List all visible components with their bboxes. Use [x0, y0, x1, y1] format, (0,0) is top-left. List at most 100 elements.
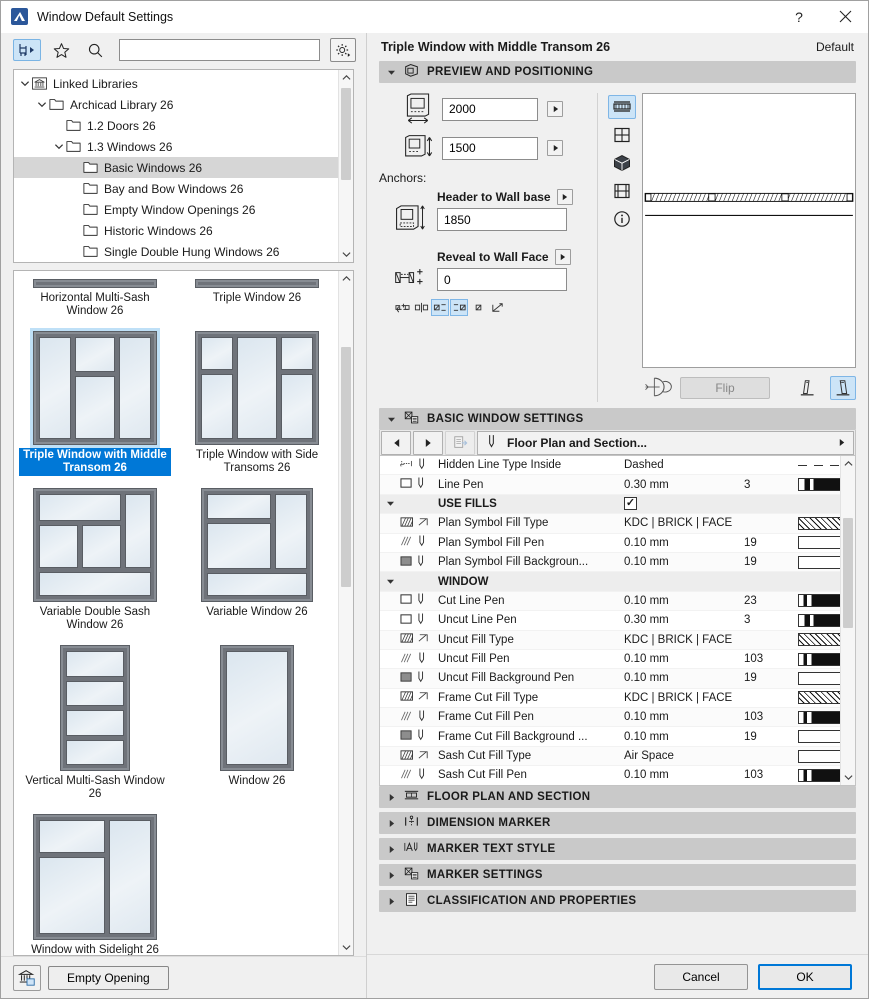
floor-plan-view-button[interactable]	[608, 95, 636, 119]
opening-side-left-button[interactable]	[796, 376, 822, 400]
parameter-pen-number[interactable]: 3	[744, 614, 798, 626]
library-tree-list[interactable]: Linked Libraries Archicad Library 26 1.2…	[14, 70, 338, 262]
parameter-pen-number[interactable]: 23	[744, 595, 798, 607]
object-tool-button[interactable]	[13, 39, 41, 61]
parameter-value[interactable]: 0.10 mm	[624, 731, 744, 743]
library-settings-button[interactable]	[330, 38, 356, 62]
reveal-to-wall-face-input[interactable]	[437, 268, 567, 291]
triangle-down-icon[interactable]	[380, 500, 400, 507]
parameter-pen-number[interactable]: 19	[744, 556, 798, 568]
parameter-value[interactable]: 0.10 mm	[624, 556, 744, 568]
section-view-button[interactable]	[608, 179, 636, 203]
tree-item-0[interactable]: Linked Libraries	[14, 73, 338, 94]
gallery-item-thumbnail[interactable]	[33, 814, 157, 940]
gallery-item-thumbnail[interactable]	[33, 488, 157, 602]
ok-button[interactable]: OK	[758, 963, 852, 990]
parameter-row[interactable]: Uncut Fill Pen 0.10 mm 103	[380, 650, 855, 670]
header-to-wall-base-options-button[interactable]	[556, 189, 573, 205]
gallery-item-6[interactable]: Vertical Multi-Sash Window 26	[14, 641, 176, 810]
anchor-inner-right-button[interactable]	[450, 299, 468, 316]
parameter-row[interactable]: Frame Cut Fill Background ... 0.10 mm 19	[380, 727, 855, 747]
parameter-value[interactable]: 0.10 mm	[624, 672, 744, 684]
gallery-scroll-up-button[interactable]	[339, 271, 353, 286]
parameter-row[interactable]: Frame Cut Fill Pen 0.10 mm 103	[380, 708, 855, 728]
tree-expander-1[interactable]	[35, 100, 49, 109]
tree-item-4[interactable]: Basic Windows 26	[14, 157, 338, 178]
gallery-item-1[interactable]: Triple Window 26	[176, 275, 338, 327]
tree-item-3[interactable]: 1.3 Windows 26	[14, 136, 338, 157]
window-thumbnail-image[interactable]	[33, 279, 157, 288]
gallery-item-2[interactable]: Triple Window with Middle Transom 26	[14, 327, 176, 484]
empty-opening-button[interactable]: Empty Opening	[48, 965, 169, 990]
current-parameter-page[interactable]: Floor Plan and Section...	[477, 430, 854, 455]
parameter-value[interactable]: KDC | BRICK | FACE	[624, 692, 744, 704]
empty-opening-tool-button[interactable]	[13, 964, 41, 991]
flip-button[interactable]: Flip	[680, 377, 770, 399]
window-thumbnail-image[interactable]	[60, 645, 130, 771]
width-input[interactable]	[442, 97, 538, 121]
parameter-pen-number[interactable]: 103	[744, 653, 798, 665]
page-more-button[interactable]	[831, 431, 853, 455]
window-thumbnail-image[interactable]	[33, 488, 157, 602]
gallery-item-8[interactable]: Window with Sidelight 26	[14, 810, 176, 955]
parameter-row[interactable]: Plan Symbol Fill Pen 0.10 mm 19	[380, 534, 855, 553]
gallery-item-3[interactable]: Triple Window with Side Transoms 26	[176, 327, 338, 484]
window-thumbnail-image[interactable]	[201, 488, 313, 602]
page-list-button[interactable]	[445, 430, 475, 455]
tree-item-7[interactable]: Historic Windows 26	[14, 220, 338, 241]
parameter-group-row[interactable]: USE FILLS ✓	[380, 494, 840, 515]
parameter-group-row[interactable]: WINDOW	[380, 572, 840, 592]
parameter-pen-number[interactable]: 3	[744, 479, 798, 491]
tree-expander-3[interactable]	[52, 142, 66, 151]
parameter-value[interactable]: 0.10 mm	[624, 711, 744, 723]
window-thumbnail-image[interactable]	[195, 331, 319, 445]
anchor-right-button[interactable]	[469, 299, 487, 316]
parameter-value[interactable]: 0.30 mm	[624, 479, 744, 491]
section-header-dimension-marker[interactable]: DIMENSION MARKER	[379, 812, 856, 834]
gallery-item-thumbnail[interactable]	[60, 645, 130, 771]
gallery-item-0[interactable]: Horizontal Multi-Sash Window 26	[14, 275, 176, 327]
tree-scroll-thumb[interactable]	[341, 88, 351, 180]
anchor-inner-left-button[interactable]	[431, 299, 449, 316]
gallery-scroll-thumb[interactable]	[341, 347, 351, 587]
parameter-scroll-thumb[interactable]	[843, 518, 853, 628]
parameter-value[interactable]: 0.10 mm	[624, 769, 744, 781]
gallery-item-7[interactable]: Window 26	[176, 641, 338, 810]
gallery-item-thumbnail[interactable]	[33, 279, 157, 288]
parameter-value[interactable]: Dashed	[624, 459, 744, 471]
preview-canvas[interactable]	[642, 93, 856, 368]
previous-page-button[interactable]	[381, 430, 411, 455]
tree-scroll-down-button[interactable]	[339, 247, 353, 262]
favorites-button[interactable]	[47, 39, 75, 61]
parameter-row[interactable]: Frame Cut Fill Type KDC | BRICK | FACE	[380, 689, 855, 709]
section-header-preview-and-positioning[interactable]: PREVIEW AND POSITIONING	[379, 61, 856, 83]
next-page-button[interactable]	[413, 430, 443, 455]
front-view-button[interactable]	[608, 123, 636, 147]
use-fills-checkbox[interactable]: ✓	[624, 497, 637, 511]
parameter-value[interactable]: 0.10 mm	[624, 595, 744, 607]
gallery-item-5[interactable]: Variable Window 26	[176, 484, 338, 641]
tree-item-2[interactable]: 1.2 Doors 26	[14, 115, 338, 136]
gallery-item-thumbnail[interactable]	[220, 645, 294, 771]
window-thumbnail-image[interactable]	[195, 279, 319, 288]
section-header-marker-settings[interactable]: MARKER SETTINGS	[379, 864, 856, 886]
parameter-value[interactable]: KDC | BRICK | FACE	[624, 634, 744, 646]
parameter-value[interactable]: KDC | BRICK | FACE	[624, 517, 744, 529]
section-header-basic-window-settings[interactable]: BASIC WINDOW SETTINGS	[379, 408, 856, 430]
anchor-free-button[interactable]	[488, 299, 506, 316]
tree-item-6[interactable]: Empty Window Openings 26	[14, 199, 338, 220]
gallery-scroll-down-button[interactable]	[339, 940, 353, 955]
parameter-row[interactable]: Plan Symbol Fill Type KDC | BRICK | FACE	[380, 514, 855, 534]
parameter-value[interactable]: 0.10 mm	[624, 537, 744, 549]
info-button[interactable]	[608, 207, 636, 231]
gallery-scrollbar[interactable]	[338, 271, 353, 955]
window-thumbnail-image[interactable]	[220, 645, 294, 771]
anchor-left-button[interactable]	[393, 299, 411, 316]
section-header-floor-plan-and-section[interactable]: FLOOR PLAN AND SECTION	[379, 786, 856, 808]
parameter-pen-number[interactable]: 103	[744, 711, 798, 723]
height-input[interactable]	[442, 136, 538, 160]
tree-item-5[interactable]: Bay and Bow Windows 26	[14, 178, 338, 199]
parameter-row[interactable]: Cut Line Pen 0.10 mm 23	[380, 591, 855, 612]
parameter-scrollbar[interactable]	[840, 456, 855, 785]
parameter-row[interactable]: Uncut Fill Type KDC | BRICK | FACE	[380, 630, 855, 650]
